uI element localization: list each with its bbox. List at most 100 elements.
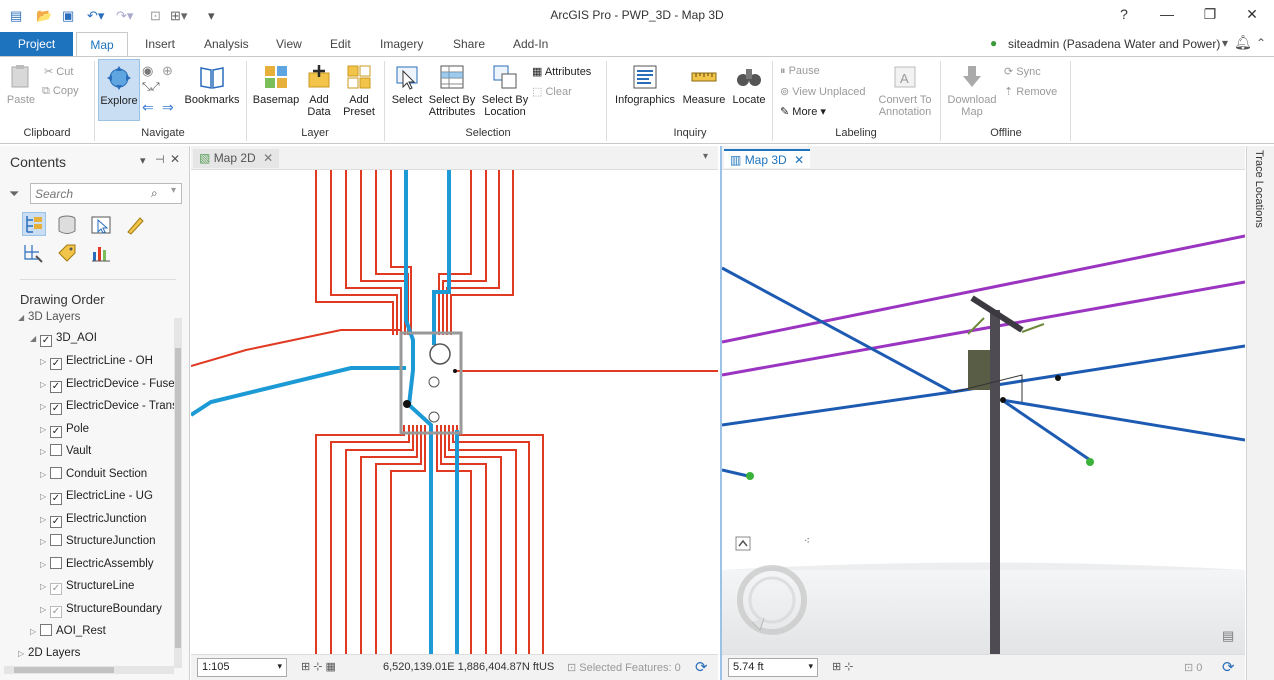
select-button[interactable]: Select xyxy=(388,63,426,106)
layer-item[interactable]: ▷ ✓ ElectricLine - UG xyxy=(40,488,153,506)
visibility-checkbox[interactable]: ✓ xyxy=(50,358,62,370)
notification-bell-icon[interactable]: 🔔︎ xyxy=(1234,34,1252,51)
tab-imagery[interactable]: Imagery xyxy=(380,37,423,51)
grid-icon[interactable]: ⊞ ⊹ ▦ xyxy=(301,660,336,673)
minimize-button[interactable]: — xyxy=(1157,6,1177,22)
layer-item[interactable]: ▷ ✓ StructureLine xyxy=(40,578,134,596)
list-by-selection-icon[interactable] xyxy=(90,214,112,236)
maximize-button[interactable]: ❐ xyxy=(1200,6,1220,23)
expand-arrow-icon[interactable]: ▷ xyxy=(40,444,50,460)
help-button[interactable]: ? xyxy=(1114,6,1134,22)
next-extent-icon[interactable]: ⇒ xyxy=(162,99,174,116)
pin-icon[interactable]: ⊣ xyxy=(155,153,165,166)
ground-point[interactable] xyxy=(746,472,754,480)
layer-aoi-rest[interactable]: ▷ AOI_Rest xyxy=(30,623,106,641)
pane-options-icon[interactable]: ▾ xyxy=(140,154,146,167)
map-2d-scale-selector[interactable]: 1:105 ▾ xyxy=(197,658,287,677)
expand-arrow-icon[interactable]: ▷ xyxy=(40,399,50,415)
explore-button[interactable]: Explore xyxy=(98,59,140,121)
pause-labeling-button[interactable]: ⏸ Pause xyxy=(780,65,820,78)
close-tab-icon[interactable]: ✕ xyxy=(794,153,804,167)
expand-navigator-button[interactable] xyxy=(735,536,751,551)
layer-item[interactable]: ▷ ✓ ElectricDevice - Trans xyxy=(40,398,178,416)
tab-edit[interactable]: Edit xyxy=(330,37,351,51)
list-by-data-source-icon[interactable] xyxy=(56,214,78,236)
user-account[interactable]: siteadmin (Pasadena Water and Power) xyxy=(1008,37,1220,51)
tab-analysis[interactable]: Analysis xyxy=(204,37,249,51)
expand-arrow-icon[interactable]: ▷ xyxy=(40,512,50,528)
filter-icon[interactable]: ⏷ xyxy=(9,186,19,202)
close-button[interactable]: ✕ xyxy=(1242,6,1262,23)
visibility-checkbox[interactable]: ✓ xyxy=(50,605,62,618)
junction-symbol[interactable] xyxy=(428,411,440,423)
expand-arrow-icon[interactable]: ▷ xyxy=(40,467,50,483)
visibility-checkbox[interactable] xyxy=(50,444,62,456)
trace-locations-tab[interactable]: Trace Locations xyxy=(1253,150,1265,228)
basemap-button[interactable]: Basemap xyxy=(252,63,300,106)
layer-item[interactable]: ▷ ✓ ElectricDevice - Fuse- xyxy=(40,376,178,394)
expand-arrow-icon[interactable]: ▷ xyxy=(40,489,50,505)
infographics-button[interactable]: Infographics xyxy=(612,63,678,106)
tab-project[interactable]: Project xyxy=(0,32,73,56)
group-3d-aoi[interactable]: ◢ ✓ 3D_AOI xyxy=(30,330,97,348)
tab-insert[interactable]: Insert xyxy=(145,37,175,51)
contents-search-box[interactable]: ⌕ ▾ xyxy=(30,183,182,204)
visibility-checkbox[interactable]: ✓ xyxy=(40,335,52,347)
contents-scrollbar[interactable] xyxy=(174,318,182,668)
expand-arrow-icon[interactable]: ▷ xyxy=(40,602,50,618)
expand-arrow-icon[interactable]: ▷ xyxy=(30,624,40,640)
expand-arrow-icon[interactable]: ▷ xyxy=(18,646,28,662)
list-by-editing-icon[interactable] xyxy=(124,214,146,236)
tab-view[interactable]: View xyxy=(276,37,302,51)
group-3d-layers[interactable]: ◢ 3D Layers xyxy=(18,309,80,327)
layer-item[interactable]: ▷ ✓ ElectricJunction xyxy=(40,511,147,529)
copy-button[interactable]: ⧉ Copy xyxy=(42,85,79,98)
grid-icon[interactable]: ⊞ ⊹ xyxy=(832,660,854,673)
select-by-attributes-button[interactable]: Select By Attributes xyxy=(426,63,478,118)
group-2d-layers[interactable]: ▷ 2D Layers xyxy=(18,645,80,663)
bookmarks-button[interactable]: Bookmarks xyxy=(183,63,241,106)
map-2d-view[interactable]: ▧ Map 2D ✕ ▾ 1:105 ▾ ⊞ ⊹ ▦ 6,520,139.01E… xyxy=(191,146,718,680)
junction-symbol[interactable] xyxy=(428,376,440,388)
tab-menu-icon[interactable]: ▾ xyxy=(703,151,708,162)
tab-map-2d[interactable]: ▧ Map 2D ✕ xyxy=(193,149,280,168)
map-3d-view[interactable]: ▥ Map 3D ✕ ⁖ 5.74 ft ▾ ⊞ ⊹ ⊡ 0 ⟳ ▤ xyxy=(720,146,1245,680)
visibility-checkbox[interactable]: ✓ xyxy=(50,515,62,528)
close-pane-icon[interactable]: ✕ xyxy=(170,152,180,166)
visibility-checkbox[interactable] xyxy=(50,534,62,546)
clear-button[interactable]: ⬚ Clear xyxy=(532,85,572,98)
expand-arrow-icon[interactable]: ▷ xyxy=(40,354,50,370)
layer-item[interactable]: ▷ ElectricAssembly xyxy=(40,556,154,574)
search-input[interactable] xyxy=(31,184,151,203)
visibility-checkbox[interactable]: ✓ xyxy=(50,583,62,595)
previous-extent-icon[interactable]: ⇐ xyxy=(142,99,154,116)
sync-button[interactable]: ⟳ Sync xyxy=(1004,65,1041,78)
select-by-location-button[interactable]: Select By Location xyxy=(480,63,530,118)
map-3d-scale-selector[interactable]: 5.74 ft ▾ xyxy=(728,658,818,677)
visibility-checkbox[interactable]: ✓ xyxy=(50,425,62,438)
fixed-zoom-in-icon[interactable]: ⤡⤢ xyxy=(142,81,160,94)
layer-item[interactable]: ▷ ✓ Pole xyxy=(40,421,89,439)
scrollbar-thumb[interactable] xyxy=(14,667,114,673)
list-by-snapping-icon[interactable] xyxy=(22,242,44,264)
locate-button[interactable]: Locate xyxy=(730,63,768,106)
collapse-ribbon-icon[interactable]: ⌃ xyxy=(1256,36,1266,50)
list-by-charts-icon[interactable] xyxy=(90,242,112,264)
layer-item[interactable]: ▷ StructureJunction xyxy=(40,533,156,551)
tab-add-in[interactable]: Add-In xyxy=(513,37,548,51)
refresh-icon[interactable]: ⟳ xyxy=(695,658,708,676)
list-by-labeling-icon[interactable] xyxy=(56,242,78,264)
transformer-symbol[interactable] xyxy=(429,343,451,365)
close-tab-icon[interactable]: ✕ xyxy=(263,151,273,165)
full-extent-icon[interactable]: ◉ xyxy=(142,63,153,79)
scrollbar-thumb[interactable] xyxy=(175,348,181,648)
expand-arrow-icon[interactable]: ▷ xyxy=(40,557,50,573)
add-preset-button[interactable]: Add Preset xyxy=(338,63,380,118)
tab-map-3d[interactable]: ▥ Map 3D ✕ xyxy=(724,149,811,168)
convert-to-annotation-button[interactable]: A Convert To Annotation xyxy=(874,63,936,118)
user-dropdown-icon[interactable]: ▾ xyxy=(1222,36,1228,50)
zoom-selected-icon[interactable]: ⊕ xyxy=(162,63,173,79)
list-by-drawing-order-button[interactable] xyxy=(22,212,46,236)
visibility-checkbox[interactable]: ✓ xyxy=(50,493,62,505)
device-point[interactable] xyxy=(403,400,411,408)
